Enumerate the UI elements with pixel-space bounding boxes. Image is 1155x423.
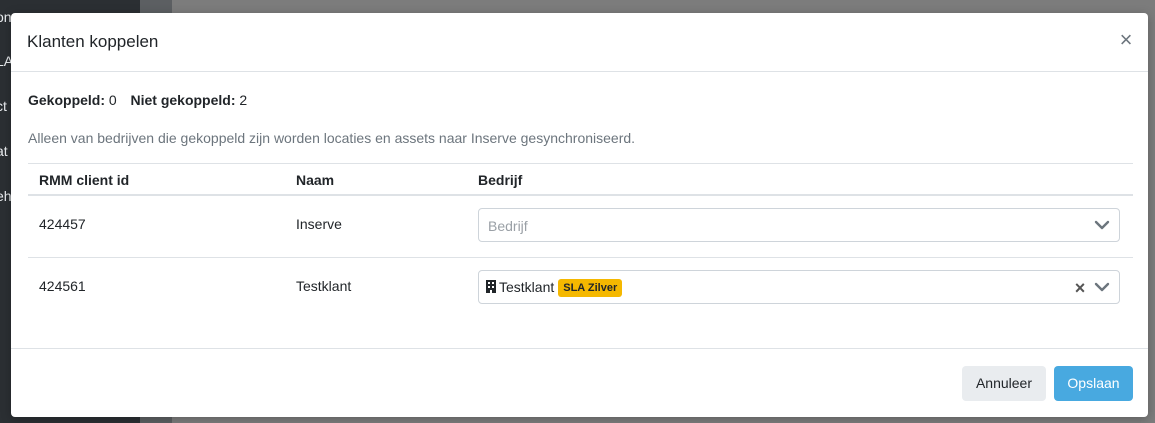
company-select-placeholder: Bedrijf	[488, 218, 528, 234]
sidebar-item: ct	[0, 98, 7, 114]
save-button[interactable]: Opslaan	[1054, 366, 1133, 401]
unlinked-value: 2	[239, 92, 248, 108]
building-icon	[486, 280, 496, 293]
sidebar-item: at	[0, 143, 8, 159]
company-select-value: Testklant SLA Zilver	[486, 279, 623, 297]
linked-label: Gekoppeld:	[28, 92, 106, 108]
table-row: 424561 Testklant Testklant SLA Zilver ×	[28, 258, 1133, 319]
modal-header: Klanten koppelen ×	[11, 13, 1148, 72]
company-select[interactable]: Bedrijf	[478, 208, 1120, 242]
sidebar-item: on	[0, 9, 12, 25]
company-select[interactable]: Testklant SLA Zilver ×	[478, 270, 1120, 304]
modal-title: Klanten koppelen	[27, 32, 159, 51]
sidebar-item: eh	[0, 188, 12, 204]
table-row: 424457 Inserve Bedrijf	[28, 196, 1133, 258]
table-header: RMM client id Naam Bedrijf	[28, 164, 1133, 196]
company-name: Testklant	[499, 279, 555, 295]
chevron-down-icon[interactable]	[1093, 215, 1111, 235]
clients-table: RMM client id Naam Bedrijf 424457 Inserv…	[28, 163, 1133, 319]
clear-icon[interactable]: ×	[1073, 278, 1087, 298]
rmm-client-id: 424457	[39, 216, 86, 232]
column-header-rmm-id: RMM client id	[39, 172, 130, 188]
column-header-name: Naam	[296, 172, 335, 188]
sync-info-text: Alleen van bedrijven die gekoppeld zijn …	[28, 130, 636, 146]
column-header-company: Bedrijf	[478, 172, 523, 188]
link-counts: Gekoppeld: 0 Niet gekoppeld: 2	[28, 92, 247, 108]
close-icon[interactable]: ×	[1116, 28, 1136, 52]
modal-footer: Annuleer Opslaan	[11, 348, 1148, 418]
chevron-down-icon[interactable]	[1093, 277, 1111, 297]
linked-value: 0	[108, 92, 117, 108]
link-clients-modal: Klanten koppelen × Gekoppeld: 0 Niet gek…	[11, 13, 1148, 417]
cancel-button[interactable]: Annuleer	[962, 366, 1046, 401]
rmm-client-id: 424561	[39, 278, 86, 294]
unlinked-label: Niet gekoppeld:	[130, 92, 236, 108]
client-name: Inserve	[296, 216, 342, 232]
sla-badge: SLA Zilver	[558, 279, 623, 297]
client-name: Testklant	[296, 278, 352, 294]
